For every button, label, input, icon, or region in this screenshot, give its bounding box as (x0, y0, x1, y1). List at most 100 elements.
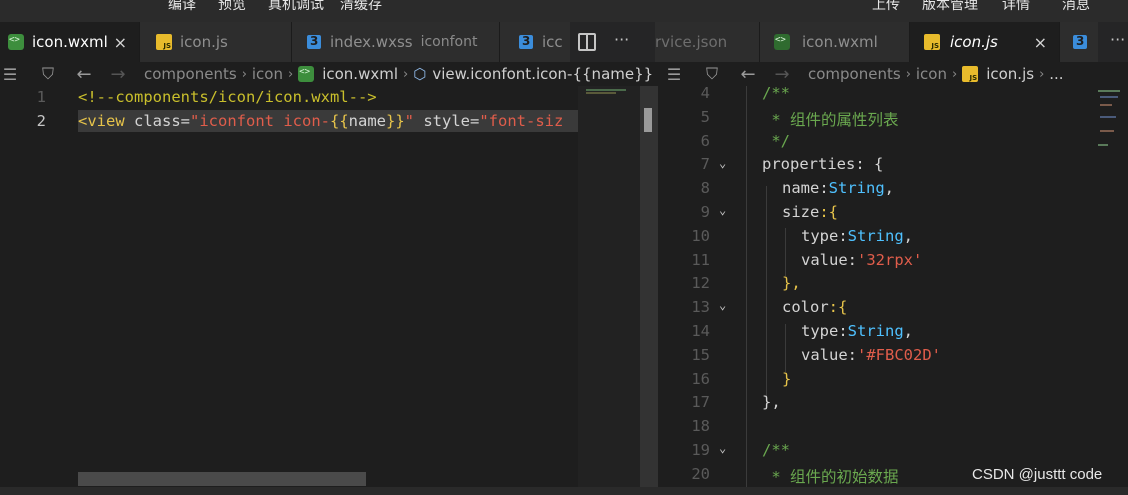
js-file-icon (156, 34, 172, 50)
code-line: }, (762, 393, 781, 412)
code-line: properties: { (762, 155, 884, 174)
breadcrumb-item[interactable]: icon (916, 65, 947, 83)
tab-icon-wxml-right[interactable]: icon.wxml (760, 22, 910, 62)
line-number: 18 (691, 417, 710, 436)
top-toolbar: 编译 预览 真机调试 清缓存 上传 版本管理 详情 消息 (0, 0, 1128, 22)
breadcrumb-item[interactable]: icon (252, 65, 283, 83)
tab-icon-js[interactable]: icon.js (140, 22, 292, 62)
chevron-right-icon: › (1039, 66, 1045, 82)
list-icon[interactable]: ☰ (666, 65, 682, 84)
css-file-icon (306, 34, 322, 50)
line-number: 8 (700, 179, 710, 198)
fold-chevron-icon[interactable]: ⌄ (719, 298, 733, 312)
line-number: 7 (700, 155, 710, 174)
close-icon[interactable]: × (1034, 33, 1047, 52)
wxml-file-icon (298, 66, 315, 82)
chevron-right-icon: › (241, 66, 247, 82)
messages-button[interactable]: 消息 (1062, 0, 1090, 14)
tab-css-right[interactable] (1060, 22, 1098, 62)
line-number: 5 (700, 107, 710, 126)
breadcrumb-item[interactable]: icon.js (986, 65, 1034, 83)
code-line: value:'#FBC02D' (801, 345, 942, 364)
code-line: } (782, 369, 792, 388)
forward-arrow-icon[interactable]: → (774, 64, 790, 85)
preview-button[interactable]: 预览 (218, 0, 246, 14)
breadcrumb-item[interactable]: components (808, 65, 901, 83)
tab-index-wxss[interactable]: index.wxss iconfont (292, 22, 500, 62)
tab-label: index.wxss (330, 33, 413, 51)
chevron-right-icon: › (905, 66, 911, 82)
real-device-debug-button[interactable]: 真机调试 (268, 0, 324, 14)
code-line: value:'32rpx' (801, 250, 923, 269)
editor-actions: ··· (570, 22, 655, 62)
compile-button[interactable]: 编译 (168, 0, 196, 14)
bookmark-icon[interactable]: ⛉ (704, 64, 720, 84)
chevron-right-icon: › (288, 66, 294, 82)
line-number: 17 (691, 393, 710, 412)
fold-chevron-icon[interactable]: ⌄ (719, 441, 733, 455)
more-actions-icon[interactable]: ··· (1110, 30, 1125, 49)
upload-button[interactable]: 上传 (872, 0, 900, 14)
tab-description: iconfont (420, 34, 478, 50)
line-number: 13 (691, 298, 710, 317)
line-number: 16 (691, 369, 710, 388)
fold-chevron-icon[interactable]: ⌄ (719, 203, 733, 217)
tab-icon-wxml[interactable]: icon.wxml × (0, 22, 140, 62)
back-arrow-icon[interactable]: ← (740, 64, 756, 85)
wxml-file-icon (8, 34, 24, 50)
breadcrumb-item[interactable]: components (144, 65, 237, 83)
code-line: type:String, (801, 226, 914, 245)
line-number: 2 (36, 112, 46, 130)
tab-label: icon.wxml (32, 33, 108, 51)
right-minimap[interactable] (1094, 86, 1128, 156)
breadcrumb-right: ☰ ⛉ ← → components › icon › icon.js › ..… (660, 62, 1128, 86)
code-line: color:{ (782, 298, 848, 317)
tab-label: icon.js (950, 33, 998, 51)
element-cube-icon: ⬡ (413, 65, 427, 83)
code-line: <!--components/icon/icon.wxml--> (78, 88, 377, 106)
close-icon[interactable]: × (114, 33, 127, 52)
forward-arrow-icon[interactable]: → (110, 64, 126, 85)
code-line: * 组件的属性列表 (762, 110, 899, 129)
clear-cache-button[interactable]: 清缓存 (340, 0, 382, 14)
chevron-right-icon: › (403, 66, 409, 82)
version-management-button[interactable]: 版本管理 (922, 0, 978, 14)
line-number: 14 (691, 322, 710, 340)
split-editor-icon[interactable] (578, 33, 596, 51)
code-line: size:{ (782, 203, 838, 221)
tab-icon-js-right[interactable]: icon.js × (910, 22, 1060, 62)
horizontal-scrollbar[interactable] (78, 472, 366, 486)
vertical-scrollbar[interactable] (640, 86, 658, 495)
tab-icc[interactable]: icc (500, 22, 570, 62)
breadcrumb-item[interactable]: view.iconfont.icon-{{name}} (432, 65, 653, 83)
js-file-icon (924, 34, 940, 50)
line-number: 20 (691, 464, 710, 483)
breadcrumb-item[interactable]: icon.wxml (322, 65, 398, 83)
more-actions-icon[interactable]: ··· (614, 30, 629, 49)
left-editor[interactable]: 1 2 <!--components/icon/icon.wxml--> <vi… (0, 86, 578, 495)
chevron-right-icon: › (952, 66, 958, 82)
fold-chevron-icon[interactable]: ⌄ (719, 156, 733, 170)
back-arrow-icon[interactable]: ← (76, 64, 92, 85)
breadcrumb-item[interactable]: ... (1049, 65, 1063, 83)
tab-label: rvice.json (655, 33, 728, 51)
code-line: <view class="iconfont icon-{{name}}" sty… (78, 112, 564, 130)
minimap[interactable] (578, 86, 640, 495)
list-icon[interactable]: ☰ (2, 65, 18, 84)
code-line: name:String, (782, 179, 895, 198)
line-number: 1 (36, 88, 46, 106)
bookmark-icon[interactable]: ⛉ (40, 64, 56, 84)
line-number: 10 (691, 226, 710, 245)
tab-label: icon.js (180, 33, 228, 51)
bottom-edge (0, 487, 1128, 495)
css-file-icon (1072, 34, 1088, 50)
css-file-icon (518, 34, 534, 50)
code-line: /** (762, 441, 790, 459)
tab-service-json[interactable]: rvice.json (655, 22, 760, 62)
tab-label: icon.wxml (802, 33, 878, 51)
wxml-file-icon (774, 34, 790, 50)
line-number: 12 (691, 274, 710, 293)
details-button[interactable]: 详情 (1002, 0, 1030, 14)
line-number: 19 (691, 441, 710, 459)
code-line: */ (762, 131, 790, 150)
